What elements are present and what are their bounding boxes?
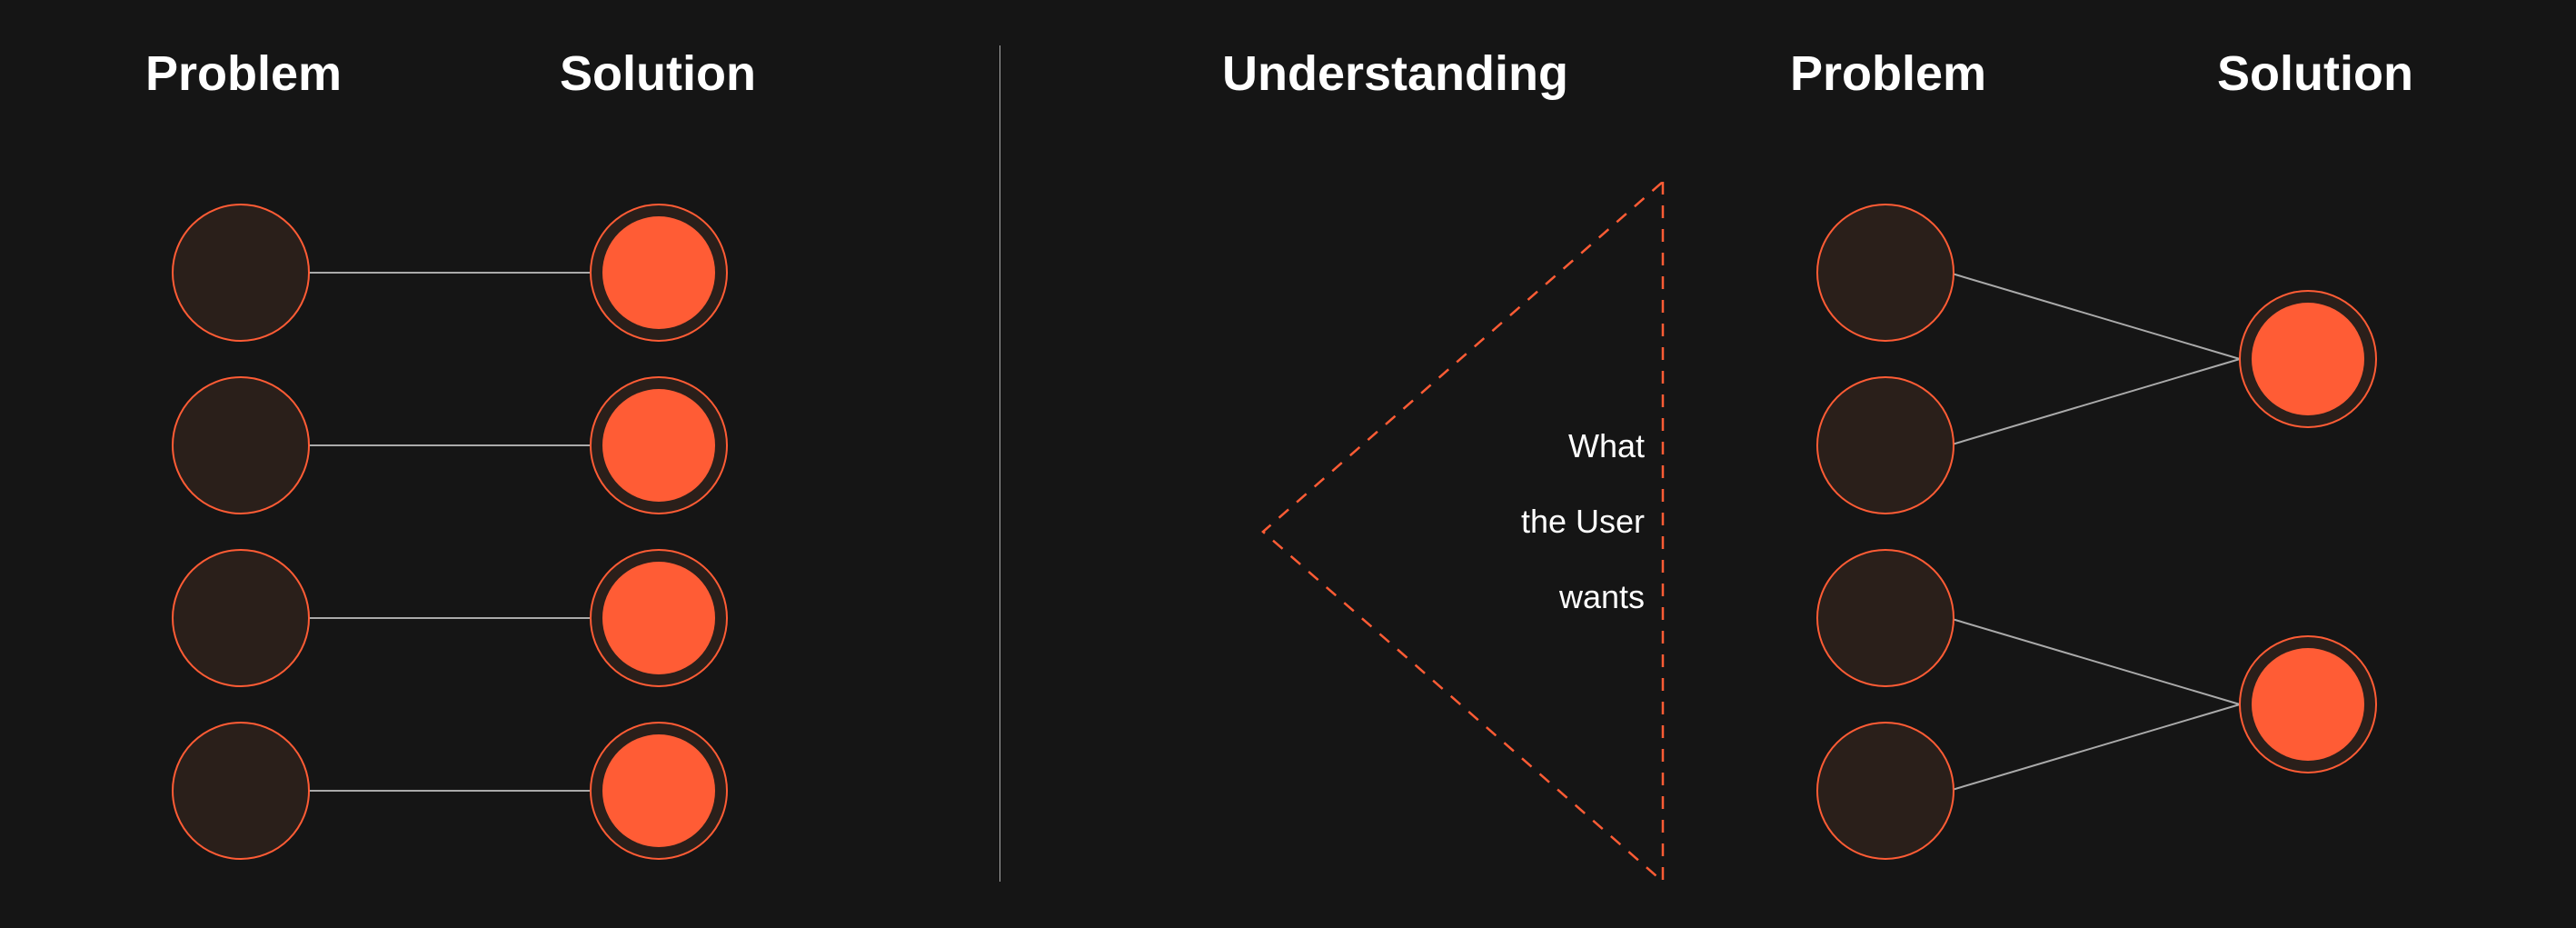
right-connector-3: [1949, 704, 2240, 791]
understanding-text-line-2: wants: [1417, 560, 1645, 635]
left-solution-node-3: [591, 723, 727, 859]
understanding-text-line-0: What: [1417, 409, 1645, 484]
right-connector-1: [1949, 359, 2240, 445]
left-problem-node-3: [173, 723, 309, 859]
right-problem-node-0: [1817, 205, 1954, 341]
right-problem-node-3: [1817, 723, 1954, 859]
left-problem-node-1: [173, 377, 309, 514]
right-understanding-heading: Understanding: [1222, 45, 1568, 102]
right-solution-node-1: [2240, 636, 2376, 773]
right-mapping-diagram: [1726, 0, 2576, 928]
right-solution-node-0: [2240, 291, 2376, 427]
understanding-text-line-1: the User: [1417, 484, 1645, 560]
understanding-text: What the User wants: [1417, 409, 1645, 634]
right-problem-node-2: [1817, 550, 1954, 686]
right-connector-2: [1949, 618, 2240, 704]
left-solution-node-2: [591, 550, 727, 686]
right-connector-0: [1949, 273, 2240, 359]
left-problem-node-0: [173, 205, 309, 341]
left-mapping-diagram: [0, 0, 1000, 928]
right-problem-node-1: [1817, 377, 1954, 514]
left-solution-node-0: [591, 205, 727, 341]
left-solution-node-1: [591, 377, 727, 514]
left-problem-node-2: [173, 550, 309, 686]
